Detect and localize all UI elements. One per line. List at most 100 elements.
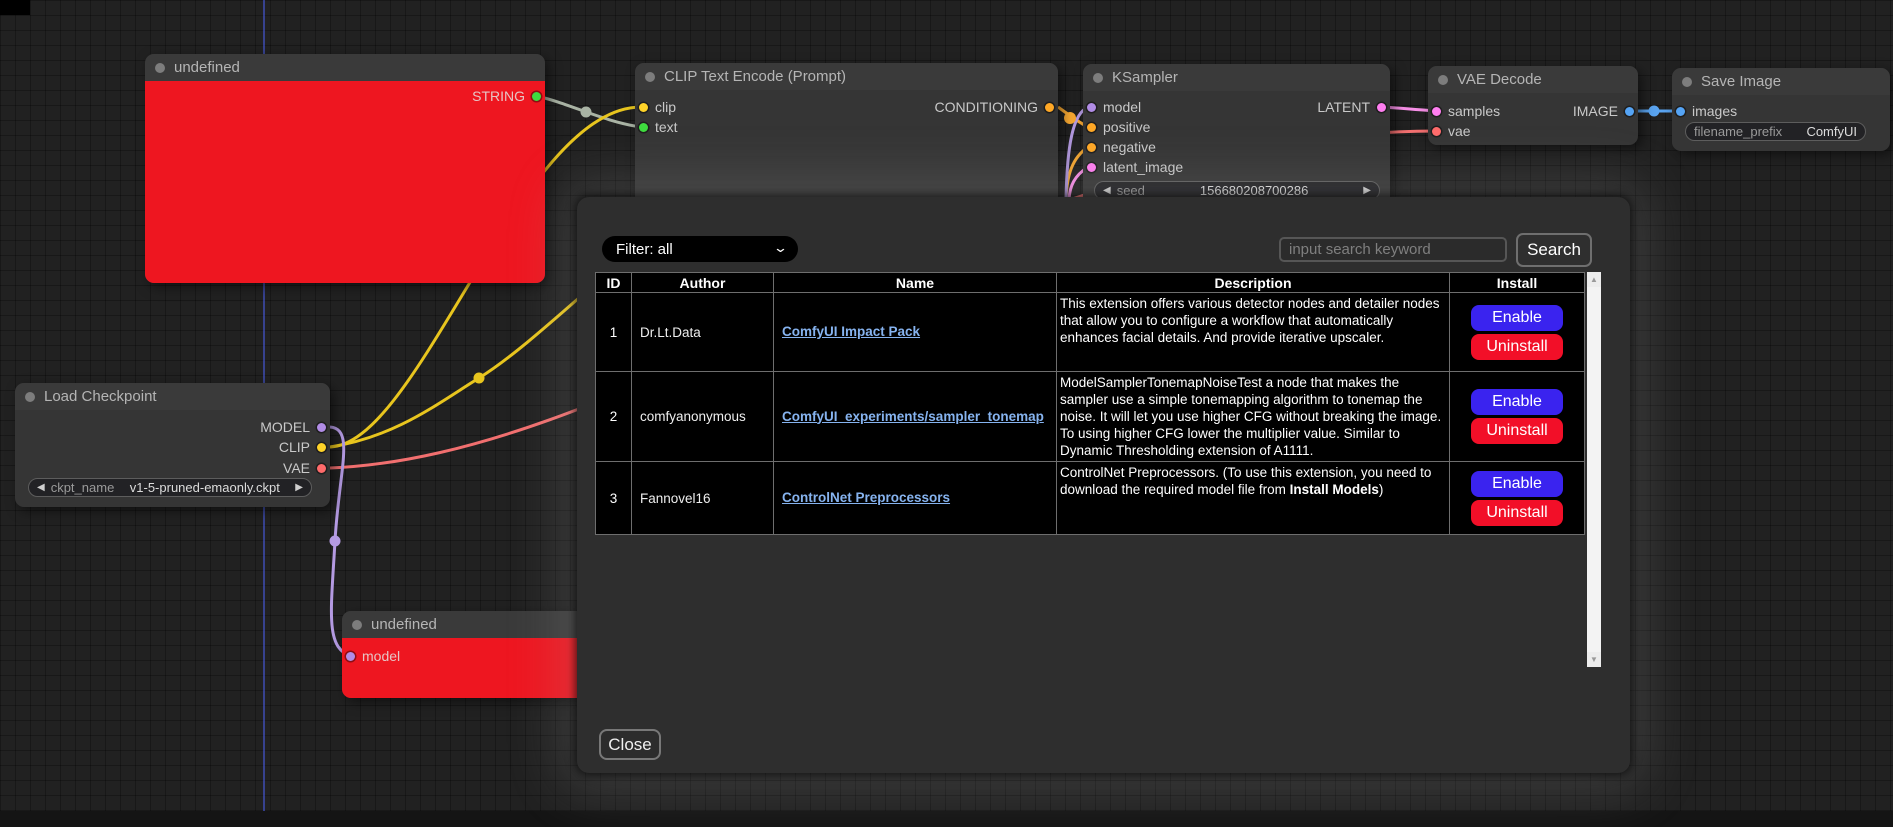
output-slot-label: CONDITIONING: [935, 99, 1038, 115]
input-slot-model[interactable]: [1087, 103, 1096, 112]
table-row: 2 comfyanonymous ComfyUI_experiments/sam…: [596, 372, 1585, 462]
input-slot-label: samples: [1448, 103, 1500, 119]
output-slot-image[interactable]: [1625, 107, 1634, 116]
node-title-bar: VAE Decode: [1428, 66, 1638, 93]
node-title-text: Save Image: [1701, 73, 1781, 90]
input-slot-clip[interactable]: [639, 103, 648, 112]
scroll-up-icon[interactable]: ▲: [1587, 272, 1601, 287]
output-slot-conditioning[interactable]: [1045, 103, 1054, 112]
input-slot-text[interactable]: [639, 123, 648, 132]
link-dot-clip: [474, 373, 485, 384]
widget-label: filename_prefix: [1694, 124, 1782, 139]
input-slot-latent-image[interactable]: [1087, 163, 1096, 172]
cell-description: ControlNet Preprocessors. (To use this e…: [1057, 462, 1450, 535]
enable-button[interactable]: Enable: [1471, 471, 1563, 497]
output-slot-clip[interactable]: [317, 443, 326, 452]
header-install: Install: [1450, 273, 1585, 293]
header-author: Author: [632, 273, 774, 293]
cell-install: Enable Uninstall: [1450, 372, 1585, 462]
node-vae-decode[interactable]: VAE Decode samples vae IMAGE: [1428, 66, 1638, 145]
extension-table-container: ID Author Name Description Install 1 Dr.…: [595, 272, 1601, 667]
node-load-checkpoint[interactable]: Load Checkpoint MODEL CLIP VAE ◀ ckpt_na…: [15, 383, 330, 507]
search-input[interactable]: [1279, 237, 1507, 262]
uninstall-button[interactable]: Uninstall: [1471, 418, 1563, 444]
input-slot-vae[interactable]: [1432, 127, 1441, 136]
node-undefined-top[interactable]: undefined STRING: [145, 54, 545, 283]
node-ksampler[interactable]: KSampler model positive negative latent_…: [1083, 64, 1390, 209]
collapse-dot-icon[interactable]: [1438, 75, 1448, 85]
filter-select-value: Filter: all: [616, 241, 673, 258]
decrement-arrow-icon[interactable]: ◀: [37, 483, 45, 493]
output-slot-label: IMAGE: [1573, 103, 1618, 119]
input-slot-positive[interactable]: [1087, 123, 1096, 132]
collapse-dot-icon[interactable]: [1093, 73, 1103, 83]
search-button[interactable]: Search: [1516, 233, 1592, 267]
cell-author: Dr.Lt.Data: [632, 293, 774, 372]
output-slot-string[interactable]: [532, 92, 541, 101]
cell-id: 1: [596, 293, 632, 372]
link-dot-string: [581, 107, 592, 118]
scroll-down-icon[interactable]: ▼: [1587, 652, 1601, 667]
increment-arrow-icon[interactable]: ▶: [1363, 186, 1371, 196]
input-slot-negative[interactable]: [1087, 143, 1096, 152]
table-row: 3 Fannovel16 ControlNet Preprocessors Co…: [596, 462, 1585, 535]
output-slot-label: STRING: [472, 88, 525, 104]
node-title-bar: KSampler: [1083, 64, 1390, 91]
node-save-image[interactable]: Save Image images filename_prefix ComfyU…: [1672, 68, 1890, 151]
decrement-arrow-icon[interactable]: ◀: [1103, 186, 1111, 196]
table-header-row: ID Author Name Description Install: [596, 273, 1585, 293]
widget-value: 156680208700286: [1151, 183, 1357, 198]
node-graph-canvas[interactable]: undefined STRING CLIP Text Encode (Promp…: [0, 0, 1893, 827]
input-slot-label: text: [655, 119, 678, 135]
table-row: 1 Dr.Lt.Data ComfyUI Impact Pack This ex…: [596, 293, 1585, 372]
close-button[interactable]: Close: [599, 729, 661, 760]
extension-link[interactable]: ControlNet Preprocessors: [782, 490, 950, 505]
output-slot-latent[interactable]: [1377, 103, 1386, 112]
widget-label: seed: [1117, 183, 1145, 198]
uninstall-button[interactable]: Uninstall: [1471, 500, 1563, 526]
cell-author: Fannovel16: [632, 462, 774, 535]
input-slot-images[interactable]: [1676, 107, 1685, 116]
extension-manager-dialog: Filter: all ⌄ Search ID Author Name Desc…: [577, 197, 1630, 773]
widget-value: v1-5-pruned-emaonly.ckpt: [120, 480, 289, 495]
input-slot-model[interactable]: [346, 652, 355, 661]
output-slot-label: CLIP: [279, 439, 310, 455]
node-title-text: undefined: [174, 59, 240, 76]
ckpt-name-widget[interactable]: ◀ ckpt_name v1-5-pruned-emaonly.ckpt ▶: [28, 478, 312, 497]
filename-prefix-widget[interactable]: filename_prefix ComfyUI: [1685, 122, 1866, 141]
enable-button[interactable]: Enable: [1471, 389, 1563, 415]
extension-link[interactable]: ComfyUI_experiments/sampler_tonemap: [782, 409, 1044, 424]
table-scrollbar[interactable]: ▲ ▼: [1587, 272, 1601, 667]
cell-id: 3: [596, 462, 632, 535]
input-slot-label: positive: [1103, 119, 1150, 135]
collapse-dot-icon[interactable]: [645, 72, 655, 82]
output-slot-vae[interactable]: [317, 464, 326, 473]
collapse-dot-icon[interactable]: [155, 63, 165, 73]
increment-arrow-icon[interactable]: ▶: [295, 483, 303, 493]
collapse-dot-icon[interactable]: [1682, 77, 1692, 87]
cell-install: Enable Uninstall: [1450, 293, 1585, 372]
output-slot-label: VAE: [283, 460, 310, 476]
node-title-text: KSampler: [1112, 69, 1178, 86]
link-dot-model: [330, 536, 341, 547]
cell-install: Enable Uninstall: [1450, 462, 1585, 535]
header-description: Description: [1057, 273, 1450, 293]
extension-link[interactable]: ComfyUI Impact Pack: [782, 324, 920, 339]
collapse-dot-icon[interactable]: [25, 392, 35, 402]
node-title-bar: Load Checkpoint: [15, 383, 330, 410]
cell-author: comfyanonymous: [632, 372, 774, 462]
filter-select[interactable]: Filter: all ⌄: [602, 236, 798, 262]
enable-button[interactable]: Enable: [1471, 305, 1563, 331]
collapse-dot-icon[interactable]: [352, 620, 362, 630]
input-slot-label: latent_image: [1103, 159, 1183, 175]
canvas-corner: [0, 0, 30, 15]
output-slot-model[interactable]: [317, 423, 326, 432]
node-title-text: CLIP Text Encode (Prompt): [664, 68, 846, 85]
input-slot-samples[interactable]: [1432, 107, 1441, 116]
chevron-down-icon: ⌄: [773, 240, 788, 256]
canvas-bottom-edge: [0, 811, 1893, 827]
widget-value: ComfyUI: [1788, 124, 1857, 139]
uninstall-button[interactable]: Uninstall: [1471, 334, 1563, 360]
node-title-bar: undefined: [145, 54, 545, 81]
input-slot-label: negative: [1103, 139, 1156, 155]
